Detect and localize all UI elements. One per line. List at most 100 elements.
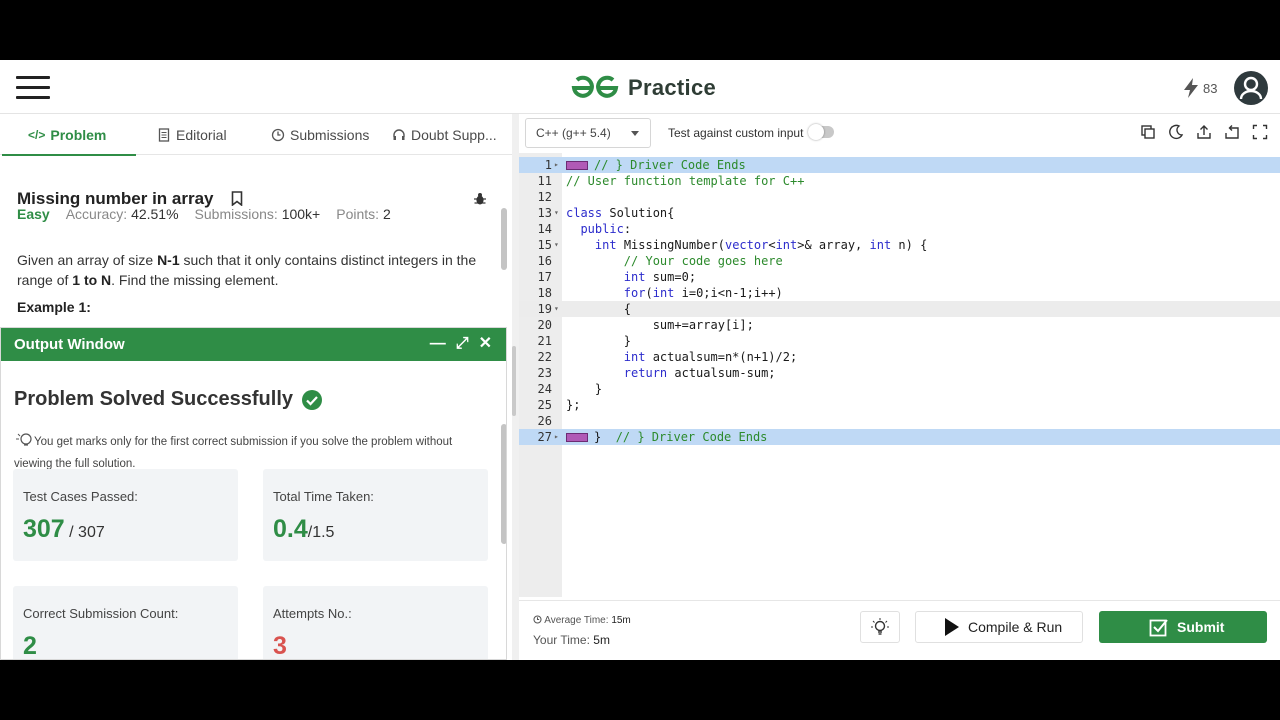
problem-meta: Easy Accuracy: 42.51% Submissions: 100k+… (17, 206, 391, 222)
language-select[interactable]: C++ (g++ 5.4) (525, 118, 651, 148)
minimize-icon[interactable]: — (430, 335, 446, 353)
clock-icon (533, 615, 542, 624)
code-line[interactable]: 21 } (519, 333, 1280, 349)
line-number: 20 (537, 318, 552, 332)
submit-button[interactable]: Submit (1099, 611, 1267, 643)
expand-icon[interactable]: ⤢ (456, 335, 469, 353)
code-line[interactable]: 20 sum+=array[i]; (519, 317, 1280, 333)
output-controls: — ⤢ ✕ (430, 335, 492, 353)
panel-resize-handle[interactable] (512, 346, 516, 416)
compile-run-button[interactable]: Compile & Run (915, 611, 1083, 643)
code-editor[interactable]: 1 ▸// } Driver Code Ends 11// User functio… (519, 153, 1280, 597)
stat-card-tests-passed: Test Cases Passed: 307 / 307 (13, 469, 238, 561)
fold-toggle-icon[interactable]: ▾ (554, 205, 559, 221)
line-number: 16 (537, 254, 552, 268)
code-line[interactable]: 23 return actualsum-sum; (519, 365, 1280, 381)
code-text: class Solution{ (566, 206, 675, 220)
code-line[interactable]: 13 ▾ class Solution{ (519, 205, 1280, 221)
editor-panel: C++ (g++ 5.4) Test against custom input … (519, 114, 1280, 660)
line-number: 15 (537, 238, 552, 252)
line-number: 26 (537, 414, 552, 428)
code-line[interactable]: 14 public: (519, 221, 1280, 237)
points: Points: 2 (336, 206, 391, 222)
folded-marker[interactable] (566, 433, 588, 442)
result-heading: Problem Solved Successfully (14, 388, 323, 411)
accuracy: Accuracy: 42.51% (65, 206, 179, 222)
letterbox-top (0, 0, 1280, 60)
custom-input-label: Test against custom input (668, 126, 804, 140)
code-line[interactable]: 1 ▸ // } Driver Code Ends (519, 157, 1280, 173)
editorial-icon (158, 127, 170, 142)
code-text: public: (580, 222, 632, 236)
problem-description: Given an array of size N-1 such that it … (17, 252, 477, 288)
clock-icon (271, 128, 285, 141)
code-icon: </> (28, 127, 46, 142)
code-line[interactable]: 22 int actualsum=n*(n+1)/2; (519, 349, 1280, 365)
line-number: 19 (537, 302, 552, 316)
custom-input-toggle[interactable] (808, 124, 834, 140)
line-number: 14 (537, 222, 552, 236)
code-line[interactable]: 26 (519, 413, 1280, 429)
code-line[interactable]: 17 int sum=0; (519, 269, 1280, 285)
reset-icon[interactable] (1224, 124, 1240, 140)
streak[interactable]: 83 (1183, 78, 1217, 98)
code-line[interactable]: 11 // User function template for C++ (519, 173, 1280, 189)
bolt-icon (1184, 78, 1198, 98)
code-line[interactable]: 18 for(int i=0;i<n-1;i++) (519, 285, 1280, 301)
line-number: 22 (537, 350, 552, 364)
submit-check-icon (1149, 619, 1168, 637)
upload-icon[interactable] (1196, 124, 1212, 140)
copy-icon[interactable] (1140, 124, 1156, 140)
problem-scrollbar[interactable] (501, 208, 507, 270)
tab-editorial[interactable]: Editorial (157, 114, 227, 155)
stat-card-attempts: Attempts No.: 3 (263, 586, 488, 660)
user-icon[interactable] (1234, 71, 1268, 105)
attempts-value: 3 (273, 632, 287, 660)
tab-doubt-support[interactable]: Doubt Supp... (392, 114, 497, 155)
app-window: Practice 83 </> Problem Editorial Submis… (0, 60, 1280, 660)
code-text: sum+=array[i]; (566, 318, 754, 332)
bulb-icon (871, 618, 889, 635)
tab-label: Doubt Supp... (411, 126, 497, 143)
brand-name: Practice (628, 75, 717, 100)
tab-label: Submissions (290, 126, 370, 143)
headset-icon (393, 128, 405, 140)
folded-marker[interactable] (566, 161, 588, 170)
hint-button[interactable] (860, 611, 900, 643)
code-text: // Your code goes here (623, 254, 783, 268)
code-text: } // } Driver Code Ends (566, 429, 767, 445)
output-scrollbar[interactable] (501, 424, 506, 544)
code-text: { (566, 302, 632, 316)
code-line[interactable]: 24 } (519, 381, 1280, 397)
code-line[interactable]: 25}; (519, 397, 1280, 413)
line-number: 27 (537, 430, 552, 444)
letterbox-bottom (0, 660, 1280, 720)
brand[interactable]: Practice (570, 73, 716, 103)
code-line[interactable]: 12 (519, 189, 1280, 205)
code-text: }; (566, 398, 581, 412)
fold-toggle-icon[interactable]: ▸ (554, 429, 559, 445)
bug-icon[interactable] (473, 192, 487, 206)
fold-toggle-icon[interactable]: ▾ (554, 301, 559, 317)
code-line[interactable]: 19 ▾ { (519, 301, 1280, 317)
fold-toggle-icon[interactable]: ▸ (554, 157, 559, 173)
tab-problem[interactable]: </> Problem (1, 114, 137, 156)
close-icon[interactable]: ✕ (479, 335, 492, 353)
line-number: 18 (537, 286, 552, 300)
gfg-logo-icon (571, 75, 619, 98)
time-taken-value: 0.4/1.5 (273, 515, 335, 543)
code-line[interactable]: 27 ▸ } // } Driver Code Ends (519, 429, 1280, 445)
code-text: // } Driver Code Ends (566, 157, 746, 173)
output-title: Output Window (14, 336, 125, 353)
code-text: } (566, 334, 632, 348)
code-line[interactable]: 15 ▾ int MissingNumber(vector<int>& array… (519, 237, 1280, 253)
menu-icon[interactable] (16, 76, 50, 100)
tab-submissions[interactable]: Submissions (271, 114, 369, 155)
code-line[interactable]: 16 // Your code goes here (519, 253, 1280, 269)
tab-label: Problem (50, 126, 107, 143)
line-number: 23 (537, 366, 552, 380)
bookmark-icon[interactable] (231, 191, 243, 206)
moon-icon[interactable] (1168, 124, 1184, 140)
fullscreen-icon[interactable] (1252, 124, 1268, 140)
fold-toggle-icon[interactable]: ▾ (554, 237, 559, 253)
